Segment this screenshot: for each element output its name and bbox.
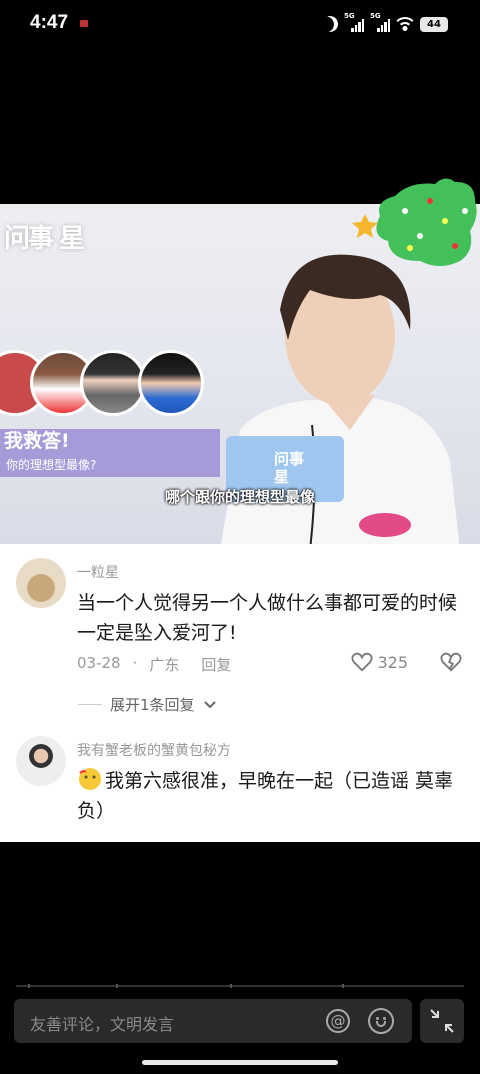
comment-text: 我第六感很准，早晚在一起（已造谣 莫辜负） bbox=[77, 766, 467, 826]
signal-icon: 5G bbox=[344, 12, 364, 32]
christmas-tree-sticker bbox=[352, 178, 477, 266]
do-not-disturb-icon bbox=[320, 14, 341, 35]
like-button[interactable]: 325 bbox=[351, 652, 408, 672]
collapse-button[interactable] bbox=[420, 999, 464, 1043]
mic-card-text: 问事 星 bbox=[274, 450, 305, 486]
emoji-icon[interactable] bbox=[368, 1008, 394, 1034]
banner-title: 我救答! bbox=[4, 430, 70, 452]
show-logo: 问事 星 bbox=[4, 224, 85, 254]
home-indicator[interactable] bbox=[142, 1060, 338, 1065]
video-subtitle: 哪个跟你的理想型最像 bbox=[164, 488, 315, 506]
banner-subtitle: 你的理想型最像? bbox=[6, 458, 97, 472]
status-icons: 5G 5G 44 bbox=[320, 12, 448, 35]
comment-input[interactable]: 友善评论，文明发言 @ bbox=[14, 999, 412, 1043]
comment-username[interactable]: 我有蟹老板的蟹黄包秘方 bbox=[77, 740, 231, 760]
notification-icon bbox=[80, 20, 88, 27]
collapse-icon bbox=[430, 1009, 454, 1033]
reply-button[interactable]: 回复 bbox=[201, 654, 231, 675]
chevron-down-icon bbox=[203, 700, 216, 708]
guest-photos bbox=[0, 344, 212, 424]
signal-icon: 5G bbox=[370, 12, 390, 32]
wifi-icon bbox=[396, 17, 414, 31]
status-time: 4:47 bbox=[30, 12, 69, 33]
comment-text: 当一个人觉得另一个人做什么事都可爱的时候一定是坠入爱河了! bbox=[77, 592, 458, 644]
expand-replies-button[interactable]: 展开1条回复 bbox=[78, 694, 217, 715]
comment-location: 广东 bbox=[149, 656, 180, 674]
comment-date: 03-28 bbox=[77, 654, 121, 672]
expand-label: 展开1条回复 bbox=[110, 696, 195, 714]
battery-icon: 44 bbox=[420, 16, 448, 32]
video-progress-bar[interactable] bbox=[16, 984, 464, 988]
avatar[interactable] bbox=[16, 736, 66, 786]
dislike-icon bbox=[440, 652, 462, 672]
comment-list[interactable]: 一粒星 当一个人觉得另一个人做什么事都可爱的时候一定是坠入爱河了! 03-28 … bbox=[0, 544, 480, 842]
dislike-button[interactable] bbox=[440, 652, 462, 677]
at-icon[interactable]: @ bbox=[326, 1009, 350, 1033]
comment-text-body: 我第六感很准，早晚在一起（已造谣 莫辜负） bbox=[77, 770, 454, 822]
meta-separator: · bbox=[132, 654, 138, 672]
avatar[interactable] bbox=[16, 558, 66, 608]
comment-username[interactable]: 一粒星 bbox=[77, 562, 119, 582]
fade-overlay bbox=[0, 826, 480, 842]
status-bar: 4:47 5G 5G 44 bbox=[0, 0, 480, 48]
comment-meta: 03-28 · 广东 回复 bbox=[77, 654, 231, 675]
comment-input-placeholder: 友善评论，文明发言 bbox=[30, 1015, 175, 1034]
kissing-emoji-icon bbox=[79, 768, 101, 790]
divider bbox=[78, 704, 102, 705]
heart-icon bbox=[351, 652, 373, 672]
like-count: 325 bbox=[377, 652, 408, 672]
